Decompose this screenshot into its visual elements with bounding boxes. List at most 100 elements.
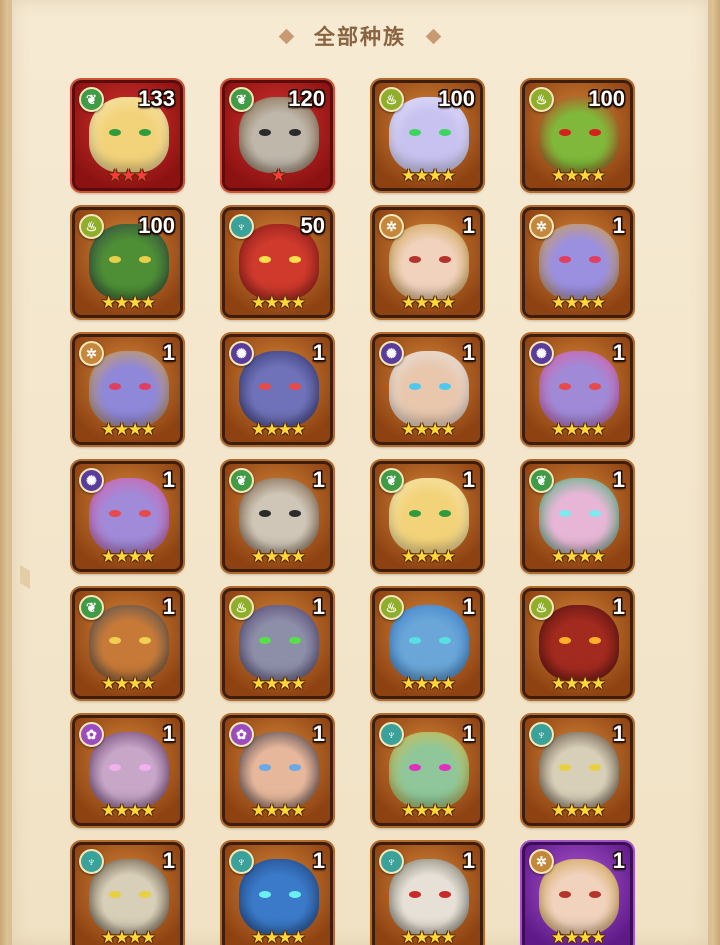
dark-faction-icon: ✺ bbox=[529, 341, 554, 366]
star-rating: ★★★★ bbox=[401, 293, 456, 312]
star-rating: ★★★ bbox=[107, 166, 150, 185]
star-rating: ★★★★ bbox=[551, 166, 606, 185]
hero-count: 100 bbox=[588, 86, 625, 111]
hero-card[interactable]: ❦ 133 ★★★ bbox=[72, 80, 183, 191]
forest-faction-icon: ❦ bbox=[379, 468, 404, 493]
hero-card[interactable]: ♆ 1 ★★★★ bbox=[72, 842, 183, 945]
hero-eyes bbox=[109, 129, 151, 137]
fortress-faction-icon: ✲ bbox=[529, 849, 554, 874]
hero-card[interactable]: ♆ 1 ★★★★ bbox=[222, 842, 333, 945]
hero-eyes bbox=[109, 891, 151, 899]
hero-count: 133 bbox=[138, 86, 175, 111]
fortress-faction-icon: ✲ bbox=[379, 214, 404, 239]
hero-grid: ❦ 133 ★★★ ❦ 120 ★ ♨ 100 ★★★★ ♨ 100 ★★★★ ♨ 100 ★★★★ ♆ 50 ★… bbox=[72, 80, 633, 945]
hero-card[interactable]: ♆ 1 ★★★★ bbox=[522, 715, 633, 826]
star-rating: ★★★★ bbox=[101, 674, 156, 693]
hero-eyes bbox=[559, 764, 601, 772]
hero-count: 1 bbox=[312, 848, 325, 873]
dark-faction-icon: ✺ bbox=[79, 468, 104, 493]
hero-eyes bbox=[109, 637, 151, 645]
gold-faction-icon: ♨ bbox=[379, 87, 404, 112]
fortress-faction-icon: ✲ bbox=[79, 341, 104, 366]
hero-count: 1 bbox=[462, 848, 475, 873]
hero-card[interactable]: ♨ 100 ★★★★ bbox=[372, 80, 483, 191]
forest-faction-icon: ❦ bbox=[229, 87, 254, 112]
star-rating: ★★★★ bbox=[401, 166, 456, 185]
hero-eyes bbox=[409, 891, 451, 899]
star-rating: ★★★★ bbox=[551, 547, 606, 566]
hero-card[interactable]: ❦ 1 ★★★★ bbox=[522, 461, 633, 572]
diamond-left-icon bbox=[278, 28, 295, 44]
star-rating: ★★★★ bbox=[251, 293, 306, 312]
hero-eyes bbox=[409, 510, 451, 518]
star-rating: ★★★★ bbox=[401, 801, 456, 820]
hero-card[interactable]: ❦ 1 ★★★★ bbox=[72, 588, 183, 699]
hero-card[interactable]: ✲ 1 ★★★★ bbox=[522, 842, 633, 945]
dark-faction-icon: ✺ bbox=[379, 341, 404, 366]
hero-card[interactable]: ♆ 1 ★★★★ bbox=[372, 715, 483, 826]
hero-card[interactable]: ♆ 1 ★★★★ bbox=[372, 842, 483, 945]
faction-filter-header[interactable]: 全部种族 bbox=[0, 14, 720, 58]
hero-count: 1 bbox=[462, 340, 475, 365]
hero-eyes bbox=[259, 383, 301, 391]
gold-faction-icon: ♨ bbox=[79, 214, 104, 239]
nature-faction-icon: ♆ bbox=[229, 849, 254, 874]
star-rating: ★★★★ bbox=[551, 420, 606, 439]
forest-faction-icon: ❦ bbox=[229, 468, 254, 493]
hero-eyes bbox=[109, 383, 151, 391]
hero-card[interactable]: ✿ 1 ★★★★ bbox=[72, 715, 183, 826]
hero-count: 1 bbox=[162, 467, 175, 492]
nature-faction-icon: ♆ bbox=[229, 214, 254, 239]
faction-filter-title: 全部种族 bbox=[314, 26, 406, 49]
hero-eyes bbox=[409, 383, 451, 391]
hero-count: 1 bbox=[312, 467, 325, 492]
hero-card[interactable]: ♆ 50 ★★★★ bbox=[222, 207, 333, 318]
hero-card[interactable]: ✿ 1 ★★★★ bbox=[222, 715, 333, 826]
hero-card[interactable]: ❦ 1 ★★★★ bbox=[222, 461, 333, 572]
hero-card[interactable]: ❦ 120 ★ bbox=[222, 80, 333, 191]
hero-card[interactable]: ✲ 1 ★★★★ bbox=[372, 207, 483, 318]
star-rating: ★ bbox=[270, 166, 286, 185]
hero-count: 1 bbox=[462, 721, 475, 746]
star-rating: ★★★★ bbox=[401, 420, 456, 439]
hero-card[interactable]: ♨ 100 ★★★★ bbox=[72, 207, 183, 318]
hero-count: 100 bbox=[138, 213, 175, 238]
star-rating: ★★★★ bbox=[101, 801, 156, 820]
hero-eyes bbox=[409, 129, 451, 137]
fortress-faction-icon: ✲ bbox=[529, 214, 554, 239]
hero-eyes bbox=[259, 510, 301, 518]
hero-count: 1 bbox=[162, 594, 175, 619]
star-rating: ★★★★ bbox=[551, 928, 606, 945]
hero-eyes bbox=[559, 510, 601, 518]
star-rating: ★★★★ bbox=[101, 420, 156, 439]
dark-faction-icon: ✺ bbox=[229, 341, 254, 366]
star-rating: ★★★★ bbox=[251, 420, 306, 439]
hero-card[interactable]: ♨ 1 ★★★★ bbox=[222, 588, 333, 699]
forest-faction-icon: ❦ bbox=[79, 595, 104, 620]
star-rating: ★★★★ bbox=[401, 674, 456, 693]
star-rating: ★★★★ bbox=[401, 928, 456, 945]
hero-card[interactable]: ♨ 1 ★★★★ bbox=[522, 588, 633, 699]
hero-count: 1 bbox=[312, 721, 325, 746]
hero-count: 50 bbox=[300, 213, 325, 238]
hero-count: 1 bbox=[612, 721, 625, 746]
hero-card[interactable]: ♨ 1 ★★★★ bbox=[372, 588, 483, 699]
hero-count: 1 bbox=[612, 340, 625, 365]
hero-eyes bbox=[259, 256, 301, 264]
hero-card[interactable]: ✺ 1 ★★★★ bbox=[72, 461, 183, 572]
hero-card[interactable]: ✲ 1 ★★★★ bbox=[522, 207, 633, 318]
hero-card[interactable]: ♨ 100 ★★★★ bbox=[522, 80, 633, 191]
hero-card[interactable]: ✲ 1 ★★★★ bbox=[72, 334, 183, 445]
hero-eyes bbox=[559, 129, 601, 137]
nature-faction-icon: ♆ bbox=[379, 722, 404, 747]
hero-card[interactable]: ✺ 1 ★★★★ bbox=[522, 334, 633, 445]
hero-card[interactable]: ❦ 1 ★★★★ bbox=[372, 461, 483, 572]
hero-count: 1 bbox=[462, 594, 475, 619]
hero-count: 1 bbox=[312, 340, 325, 365]
hero-card[interactable]: ✺ 1 ★★★★ bbox=[222, 334, 333, 445]
hero-eyes bbox=[259, 637, 301, 645]
hero-count: 1 bbox=[162, 340, 175, 365]
hero-count: 100 bbox=[438, 86, 475, 111]
hero-card[interactable]: ✺ 1 ★★★★ bbox=[372, 334, 483, 445]
light-faction-icon: ✿ bbox=[229, 722, 254, 747]
